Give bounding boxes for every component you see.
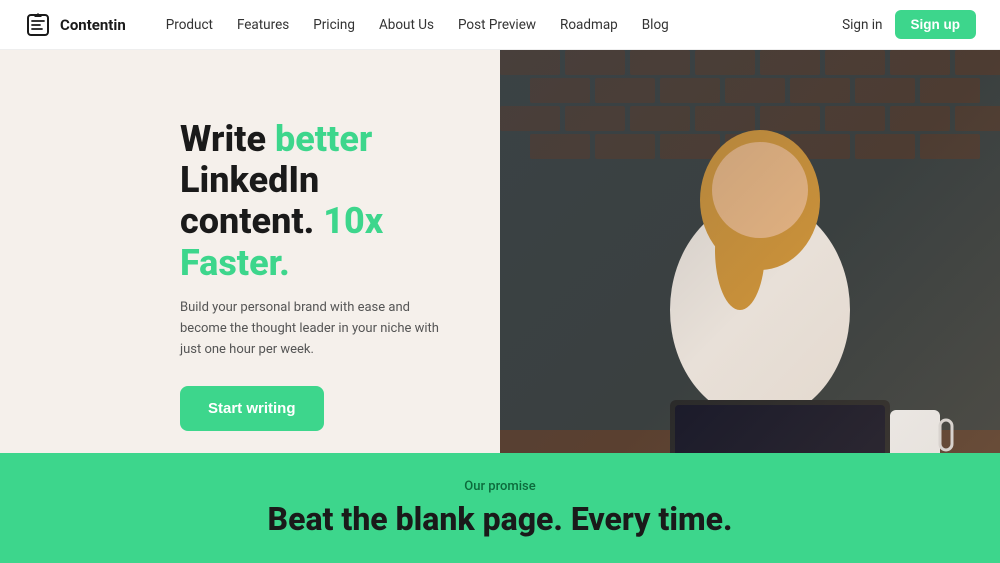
logo-text: Contentin <box>60 16 126 34</box>
navbar: Contentin Product Features Pricing About… <box>0 0 1000 50</box>
our-promise-label: Our promise <box>464 479 535 494</box>
nav-links: Product Features Pricing About Us Post P… <box>166 17 842 33</box>
promise-section: Our promise Beat the blank page. Every t… <box>0 453 1000 563</box>
signin-link[interactable]: Sign in <box>842 17 882 33</box>
nav-blog[interactable]: Blog <box>642 17 669 33</box>
nav-about[interactable]: About Us <box>379 17 434 33</box>
nav-pricing[interactable]: Pricing <box>313 17 355 33</box>
hero-headline: Write better LinkedIn content. 10x Faste… <box>180 119 440 285</box>
hero-subtext: Build your personal brand with ease and … <box>180 298 440 360</box>
signup-button[interactable]: Sign up <box>895 10 977 39</box>
nav-roadmap[interactable]: Roadmap <box>560 17 618 33</box>
logo-link[interactable]: Contentin <box>24 11 126 39</box>
logo-icon <box>24 11 52 39</box>
nav-product[interactable]: Product <box>166 17 213 33</box>
nav-features[interactable]: Features <box>237 17 289 33</box>
headline-part1: Write <box>180 118 275 160</box>
nav-actions: Sign in Sign up <box>842 10 976 39</box>
headline-green: better <box>275 118 372 160</box>
start-writing-button[interactable]: Start writing <box>180 386 324 431</box>
nav-post-preview[interactable]: Post Preview <box>458 17 536 33</box>
promise-headline: Beat the blank page. Every time. <box>268 500 733 538</box>
headline-part2: LinkedIn content. <box>180 159 323 242</box>
